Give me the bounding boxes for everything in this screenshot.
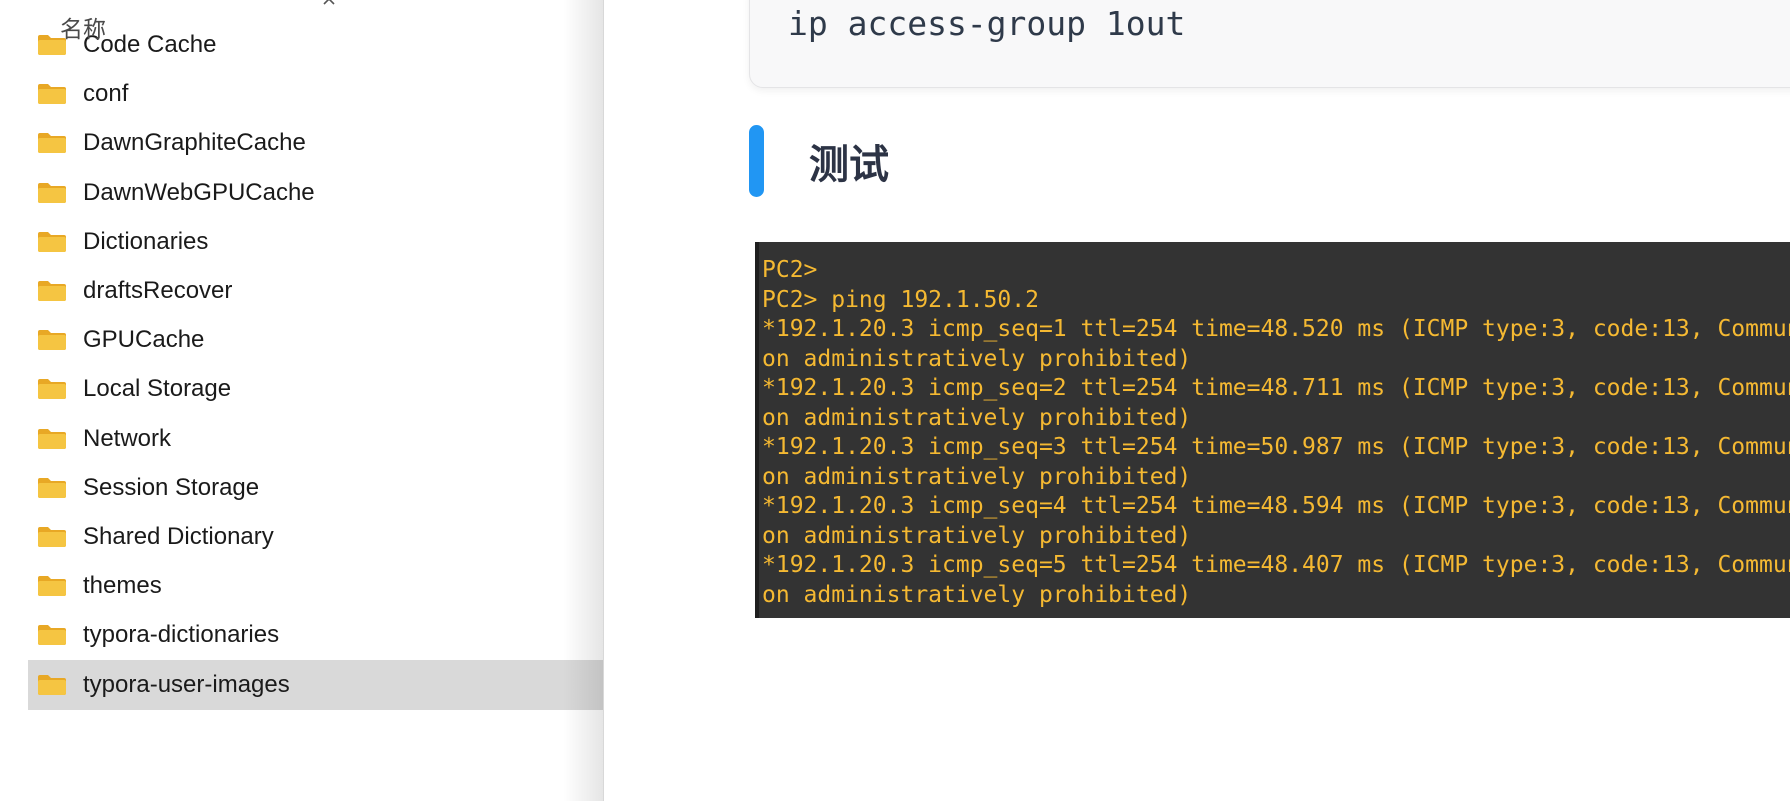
name-column-header[interactable]: 名称 bbox=[60, 10, 106, 44]
folder-icon bbox=[38, 84, 66, 105]
folder-icon bbox=[38, 428, 66, 449]
file-row[interactable]: Dictionaries bbox=[28, 217, 603, 267]
terminal-line: *192.1.20.3 icmp_seq=2 ttl=254 time=48.7… bbox=[762, 375, 1790, 401]
file-row[interactable]: draftsRecover bbox=[28, 266, 603, 316]
section-heading: 测试 bbox=[749, 125, 889, 197]
folder-icon bbox=[38, 674, 66, 695]
file-name: DawnGraphiteCache bbox=[83, 129, 306, 157]
file-row[interactable]: DawnGraphiteCache bbox=[28, 118, 603, 168]
file-name: typora-user-images bbox=[83, 670, 290, 698]
terminal-line: *192.1.20.3 icmp_seq=3 ttl=254 time=50.9… bbox=[762, 434, 1790, 460]
file-row[interactable]: themes bbox=[28, 561, 603, 611]
file-name: GPUCache bbox=[83, 326, 205, 354]
file-name: Local Storage bbox=[83, 375, 232, 403]
file-name: themes bbox=[83, 572, 162, 600]
terminal-output-image: PC2> PC2> ping 192.1.50.2 *192.1.20.3 icmp… bbox=[755, 242, 1790, 618]
file-row[interactable]: GPUCache bbox=[28, 315, 603, 365]
file-name: Network bbox=[83, 424, 172, 452]
terminal-line: *192.1.20.3 icmp_seq=5 ttl=254 time=48.4… bbox=[762, 552, 1790, 578]
file-name: Shared Dictionary bbox=[83, 523, 274, 550]
folder-icon bbox=[38, 379, 66, 400]
file-explorer-pane: Code Cache conf DawnGraphiteCache DawnWebGP… bbox=[0, 0, 603, 801]
folder-icon bbox=[38, 477, 66, 498]
file-row[interactable]: Network bbox=[28, 414, 603, 464]
terminal-line: PC2> bbox=[762, 257, 818, 283]
folder-icon bbox=[38, 133, 66, 154]
file-row[interactable]: DawnWebGPUCache bbox=[28, 168, 603, 218]
folder-icon bbox=[38, 330, 66, 351]
folder-icon bbox=[38, 527, 66, 547]
file-name: draftsRecover bbox=[83, 277, 233, 304]
file-row[interactable]: Code Cache bbox=[28, 20, 603, 70]
heading-text[interactable]: 测试 bbox=[809, 132, 889, 190]
terminal-lines: PC2> PC2> ping 192.1.50.2 *192.1.20.3 icmp… bbox=[762, 256, 1790, 610]
file-row[interactable]: Shared Dictionary bbox=[28, 512, 603, 562]
code-block[interactable]: ip access-group 1out bbox=[749, 0, 1790, 88]
screen: Code Cache conf DawnGraphiteCache DawnWebGP… bbox=[0, 0, 1790, 801]
file-name: conf bbox=[83, 80, 129, 108]
file-row[interactable]: typora-dictionaries bbox=[28, 610, 603, 660]
heading-accent-bar bbox=[749, 125, 764, 197]
sort-ascending-icon[interactable] bbox=[320, 0, 338, 10]
terminal-line: on administratively prohibited) bbox=[762, 463, 1192, 490]
file-row[interactable]: conf bbox=[28, 69, 603, 119]
folder-icon bbox=[38, 231, 66, 252]
file-name: Dictionaries bbox=[83, 227, 209, 255]
terminal-line: on administratively prohibited) bbox=[762, 404, 1192, 431]
file-name: DawnWebGPUCache bbox=[83, 178, 315, 206]
terminal-line: *192.1.20.3 icmp_seq=1 ttl=254 time=48.5… bbox=[762, 316, 1790, 342]
file-name: Session Storage bbox=[83, 473, 260, 501]
file-row[interactable]: Local Storage bbox=[28, 364, 603, 414]
terminal-line: on administratively prohibited) bbox=[762, 581, 1192, 608]
folder-icon bbox=[38, 182, 66, 203]
file-name: typora-dictionaries bbox=[83, 621, 280, 649]
folder-icon bbox=[38, 576, 66, 597]
file-row[interactable]: Session Storage bbox=[28, 463, 603, 513]
terminal-line: PC2> ping 192.1.50.2 bbox=[762, 286, 1039, 313]
file-row[interactable]: typora-user-images bbox=[28, 659, 603, 710]
terminal-line: on administratively prohibited) bbox=[762, 345, 1192, 372]
folder-icon bbox=[38, 281, 66, 301]
document-pane[interactable]: ip access-group 1out 测试 PC2> PC2> ping 19… bbox=[603, 0, 1790, 801]
folder-icon bbox=[38, 625, 66, 646]
terminal-line: *192.1.20.3 icmp_seq=4 ttl=254 time=48.5… bbox=[762, 493, 1790, 519]
terminal-line: on administratively prohibited) bbox=[762, 522, 1192, 549]
code-block-text[interactable]: ip access-group 1out bbox=[788, 4, 1185, 43]
